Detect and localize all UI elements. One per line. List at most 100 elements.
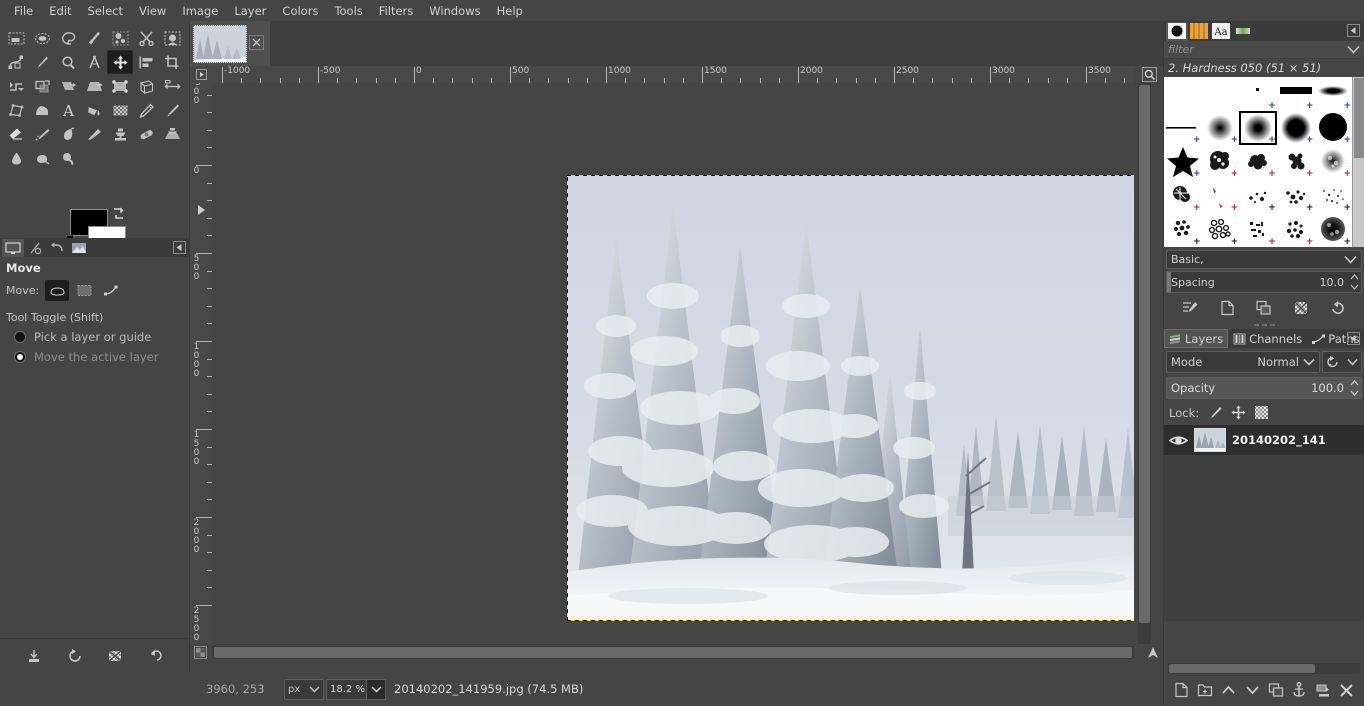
menu-file[interactable]: File bbox=[6, 2, 41, 20]
3d-transform-tool[interactable] bbox=[133, 74, 159, 98]
menu-select[interactable]: Select bbox=[80, 2, 131, 20]
canvas-vertical-scroll-thumb[interactable] bbox=[1139, 85, 1150, 623]
move-layer-mode-button[interactable] bbox=[45, 280, 69, 301]
brush-hardness-025[interactable] bbox=[1164, 77, 1202, 111]
brush-pixel[interactable]: + bbox=[1239, 77, 1277, 111]
ellipse-select-tool[interactable] bbox=[29, 26, 55, 50]
tool-options-tab[interactable] bbox=[2, 239, 24, 257]
foreground-select-tool[interactable] bbox=[159, 26, 185, 50]
brush-dots-sparse[interactable]: + bbox=[1239, 179, 1277, 213]
table-row[interactable]: 20140202_141 bbox=[1164, 425, 1364, 455]
text-tool[interactable]: A bbox=[55, 98, 81, 122]
images-tab[interactable] bbox=[68, 239, 90, 257]
move-active-layer-radio[interactable] bbox=[14, 351, 26, 363]
gradient-tool[interactable] bbox=[107, 98, 133, 122]
brush-bubbles[interactable]: + bbox=[1202, 213, 1240, 247]
brush-dots-medium[interactable]: + bbox=[1277, 179, 1315, 213]
lock-pixels-button[interactable] bbox=[1207, 404, 1224, 421]
brush-chalk-01[interactable]: + bbox=[1314, 145, 1352, 179]
color-picker-tool[interactable] bbox=[29, 50, 55, 74]
brush-line[interactable]: + bbox=[1164, 111, 1202, 145]
new-brush-button[interactable] bbox=[1216, 298, 1238, 318]
warp-transform-tool[interactable] bbox=[29, 98, 55, 122]
paintbrush-tool[interactable] bbox=[159, 98, 185, 122]
tab-channels[interactable]: Channels bbox=[1228, 329, 1307, 348]
horizontal-ruler[interactable]: -1000-5000500100015002000250030003500400… bbox=[212, 66, 1134, 83]
rotate-tool[interactable] bbox=[3, 74, 29, 98]
device-status-tab[interactable] bbox=[24, 239, 46, 257]
menu-filters[interactable]: Filters bbox=[371, 2, 421, 20]
delete-brush-button[interactable] bbox=[1290, 298, 1312, 318]
menu-view[interactable]: View bbox=[131, 2, 174, 20]
menu-help[interactable]: Help bbox=[489, 2, 531, 20]
heal-tool[interactable] bbox=[133, 122, 159, 146]
undo-history-tab[interactable] bbox=[46, 239, 68, 257]
brush-grunge-03[interactable]: + bbox=[1314, 213, 1352, 247]
brush-spacing-slider[interactable]: Spacing 10.0 bbox=[1166, 271, 1362, 293]
perspective-clone-tool[interactable] bbox=[159, 122, 185, 146]
menu-tools[interactable]: Tools bbox=[326, 2, 370, 20]
brush-hardness-075[interactable]: + bbox=[1277, 111, 1315, 145]
reset-tool-options-button[interactable] bbox=[145, 645, 167, 667]
move-tool[interactable] bbox=[107, 50, 133, 74]
brush-ellipse-soft[interactable]: + bbox=[1314, 77, 1352, 111]
brush-hardness-025b[interactable]: + bbox=[1202, 111, 1240, 145]
lower-layer-button[interactable] bbox=[1242, 680, 1262, 700]
swap-colors-icon[interactable] bbox=[112, 207, 126, 221]
layers-horizontal-scrollbar[interactable] bbox=[1168, 663, 1360, 674]
layer-mode-selector[interactable]: Mode Normal bbox=[1166, 351, 1320, 373]
crop-tool[interactable] bbox=[159, 50, 185, 74]
move-active-layer-radio-row[interactable]: Move the active layer bbox=[0, 347, 190, 367]
blur-sharpen-tool[interactable] bbox=[3, 146, 29, 170]
brush-acrylic-01[interactable]: + bbox=[1202, 145, 1240, 179]
brush-acrylic-03[interactable]: + bbox=[1277, 145, 1315, 179]
canvas-horizontal-scroll-thumb[interactable] bbox=[214, 647, 1132, 658]
brush-hardness-100[interactable]: + bbox=[1314, 111, 1352, 145]
close-image-tab-button[interactable] bbox=[249, 35, 264, 50]
menu-image[interactable]: Image bbox=[174, 2, 226, 20]
navigate-canvas-button[interactable] bbox=[1144, 645, 1161, 659]
brush-grid-scrollbar[interactable] bbox=[1352, 77, 1364, 247]
merge-down-button[interactable] bbox=[1313, 680, 1333, 700]
clone-tool[interactable] bbox=[107, 122, 133, 146]
fonts-tab[interactable]: Aa bbox=[1210, 22, 1232, 41]
new-layer-button[interactable] bbox=[1172, 680, 1192, 700]
fuzzy-select-tool[interactable] bbox=[81, 26, 107, 50]
vertical-ruler[interactable]: -50005001000150020002500 bbox=[190, 83, 212, 644]
unit-selector[interactable]: px bbox=[284, 679, 324, 700]
spacing-spinner[interactable] bbox=[1348, 272, 1360, 292]
pencil-tool[interactable] bbox=[133, 98, 159, 122]
brush-grunge-01[interactable]: + bbox=[1239, 213, 1277, 247]
patterns-tab[interactable] bbox=[1188, 22, 1210, 41]
save-tool-preset-button[interactable] bbox=[23, 645, 45, 667]
brush-sparks[interactable]: + bbox=[1164, 179, 1202, 213]
tool-options-menu-button[interactable] bbox=[173, 241, 186, 254]
layers-dock-menu-button[interactable] bbox=[1347, 332, 1360, 345]
dodge-burn-tool[interactable] bbox=[55, 146, 81, 170]
select-by-color-tool[interactable] bbox=[107, 26, 133, 50]
move-path-mode-button[interactable] bbox=[99, 280, 123, 301]
brush-hardness-050[interactable]: + bbox=[1239, 111, 1277, 145]
restore-tool-preset-button[interactable] bbox=[64, 645, 86, 667]
brushes-dock-menu-button[interactable] bbox=[1347, 24, 1360, 37]
new-layer-group-button[interactable] bbox=[1195, 680, 1215, 700]
paths-tool[interactable] bbox=[3, 50, 29, 74]
anchor-layer-button[interactable] bbox=[1289, 680, 1309, 700]
raise-layer-button[interactable] bbox=[1219, 680, 1239, 700]
lock-position-button[interactable] bbox=[1230, 404, 1247, 421]
layer-list[interactable]: 20140202_141 bbox=[1164, 425, 1364, 621]
scale-tool[interactable] bbox=[29, 74, 55, 98]
quick-mask-toggle-button[interactable] bbox=[193, 645, 208, 659]
scissors-select-tool[interactable] bbox=[133, 26, 159, 50]
flip-tool[interactable] bbox=[159, 74, 185, 98]
ruler-menu-button[interactable] bbox=[190, 66, 212, 83]
gradients-tab[interactable] bbox=[1232, 22, 1254, 41]
menu-colors[interactable]: Colors bbox=[274, 2, 326, 20]
delete-tool-preset-button[interactable] bbox=[104, 645, 126, 667]
brush-filter-row[interactable]: filter bbox=[1164, 41, 1364, 59]
layer-visibility-toggle[interactable] bbox=[1168, 434, 1188, 447]
perspective-tool[interactable] bbox=[81, 74, 107, 98]
image-tab[interactable] bbox=[190, 21, 270, 66]
brush-block-01[interactable]: + bbox=[1277, 77, 1315, 111]
smudge-tool[interactable] bbox=[29, 146, 55, 170]
